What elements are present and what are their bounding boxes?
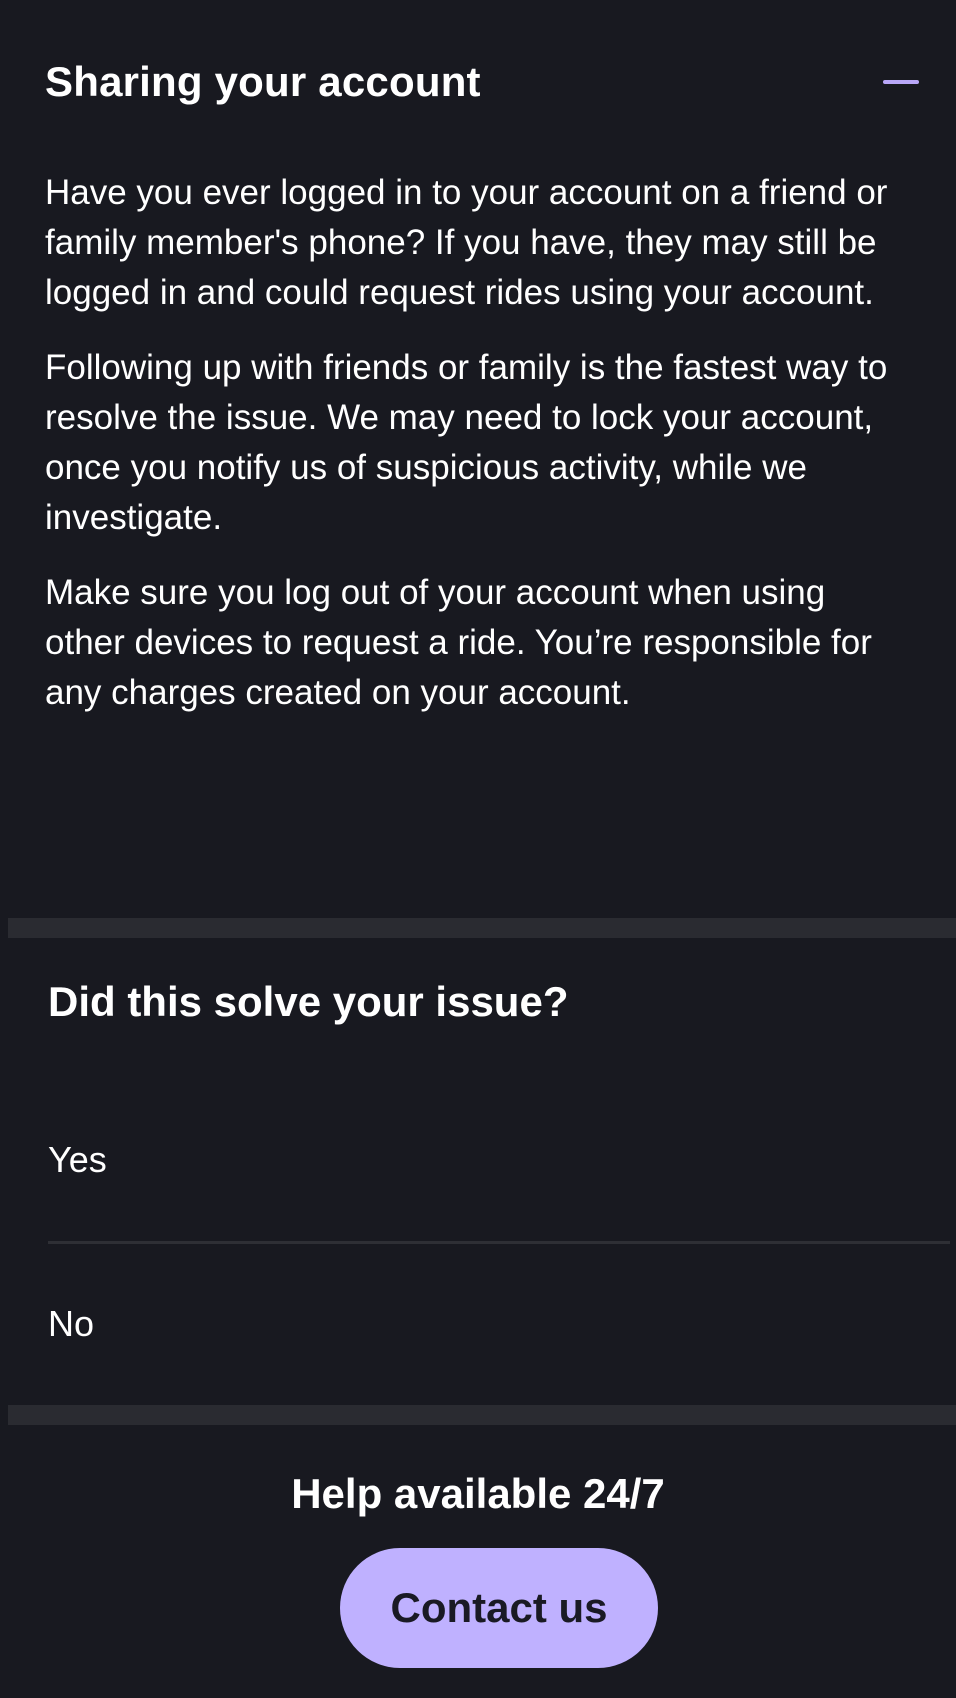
option-divider bbox=[48, 1241, 950, 1244]
accordion-title: Sharing your account bbox=[45, 58, 481, 105]
minus-icon bbox=[883, 80, 919, 84]
feedback-no-option[interactable]: No bbox=[48, 1279, 948, 1369]
feedback-question: Did this solve your issue? bbox=[48, 978, 569, 1025]
help-title: Help available 24/7 bbox=[291, 1470, 665, 1517]
paragraph: Have you ever logged in to your account … bbox=[45, 173, 888, 312]
paragraph: Make sure you log out of your account wh… bbox=[45, 573, 872, 712]
paragraph: Following up with friends or family is t… bbox=[45, 348, 888, 537]
collapse-button[interactable] bbox=[873, 62, 919, 102]
section-divider bbox=[8, 918, 956, 938]
section-divider bbox=[8, 1405, 956, 1425]
feedback-yes-option[interactable]: Yes bbox=[48, 1115, 948, 1205]
help-article-page: Sharing your account Have you ever logge… bbox=[0, 0, 956, 1698]
accordion-header[interactable]: Sharing your account bbox=[45, 52, 919, 112]
accordion-content: Have you ever logged in to your account … bbox=[45, 168, 905, 743]
contact-us-button[interactable]: Contact us bbox=[340, 1548, 658, 1668]
